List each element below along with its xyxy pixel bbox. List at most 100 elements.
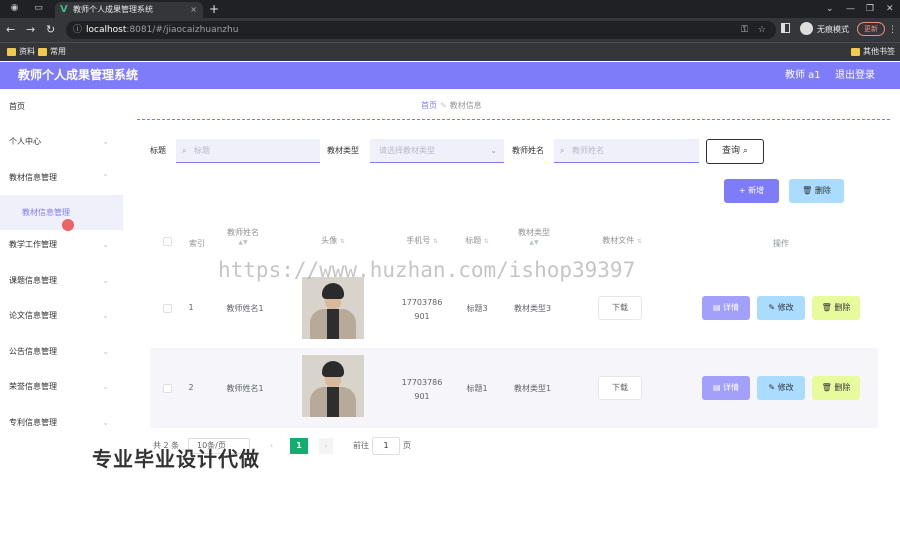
- title-search-input[interactable]: ⌕ 标题: [176, 139, 320, 163]
- tab-search-icon[interactable]: ▭: [33, 3, 44, 14]
- chevron-down-icon: ⌄: [490, 146, 497, 155]
- minimize-icon[interactable]: —: [846, 0, 855, 18]
- sort-icon[interactable]: ▲▼: [509, 239, 559, 247]
- page-number-current[interactable]: 1: [290, 438, 308, 454]
- update-button[interactable]: 更新: [857, 22, 885, 36]
- incognito-label: 无痕模式: [817, 25, 849, 34]
- restore-icon[interactable]: ❐: [866, 0, 874, 18]
- edit-button[interactable]: ✎ 修改: [757, 296, 805, 320]
- edit-button[interactable]: ✎ 修改: [757, 376, 805, 400]
- new-tab-icon[interactable]: +: [209, 0, 219, 18]
- sidebar-item-home[interactable]: 首页: [0, 89, 123, 124]
- column-header-actions: 操作: [773, 239, 789, 248]
- type-filter-label: 教材类型: [327, 146, 359, 155]
- sort-icon[interactable]: ▲▼: [218, 239, 268, 247]
- row-checkbox[interactable]: [163, 384, 172, 393]
- browser-tab[interactable]: V 教师个人成果管理系统 ×: [55, 2, 203, 18]
- teacher-avatar-image: [302, 355, 364, 417]
- chrome-icon[interactable]: ◉: [9, 3, 20, 14]
- sidebar-item-honor-info[interactable]: 荣誉信息管理 ⌄: [0, 369, 123, 404]
- type-select[interactable]: 请选择教材类型 ⌄: [370, 139, 504, 163]
- detail-button[interactable]: ▤ 详情: [702, 376, 750, 400]
- delete-button[interactable]: 🗑 删除: [812, 376, 860, 400]
- chevron-down-icon: ⌄: [102, 240, 109, 249]
- delete-button[interactable]: 🗑 删除: [812, 296, 860, 320]
- breadcrumb-home[interactable]: 首页: [421, 101, 437, 110]
- sidebar-item-project-info[interactable]: 课题信息管理 ⌄: [0, 263, 123, 298]
- sort-icon[interactable]: ⇅: [433, 238, 438, 245]
- row-teacher: 教师姓名1: [226, 384, 264, 393]
- sort-icon[interactable]: ⇅: [484, 238, 489, 245]
- column-header-title[interactable]: 标题 ⇅: [457, 235, 497, 248]
- sort-icon[interactable]: ⇅: [340, 238, 345, 245]
- vue-logo-icon: V: [60, 4, 68, 15]
- incognito-icon[interactable]: [800, 22, 813, 35]
- close-tab-icon[interactable]: ×: [190, 2, 197, 18]
- title-filter-label: 标题: [150, 146, 166, 155]
- detail-button[interactable]: ▤ 详情: [702, 296, 750, 320]
- logout-button[interactable]: 退出登录: [835, 62, 875, 89]
- sidebar-item-patent-info[interactable]: 专利信息管理 ⌄: [0, 405, 123, 440]
- column-header-phone[interactable]: 手机号 ⇅: [397, 235, 447, 248]
- more-menu-icon[interactable]: ⋮: [888, 18, 897, 42]
- bookmark-folder-ziliao[interactable]: 资料: [7, 43, 35, 61]
- watermark-text: https://www.huzhan.com/ishop39397: [218, 258, 636, 282]
- address-bar: ← → ↻ ⓘ localhost:8081/#/jiaocaizhuanzhu…: [0, 18, 900, 42]
- chevron-down-icon: ⌄: [102, 418, 109, 427]
- teacher-search-input[interactable]: ⌕ 教师姓名: [554, 139, 699, 163]
- add-button[interactable]: + 新增: [724, 179, 779, 203]
- app-header: 教师个人成果管理系统 教师 a1 退出登录: [0, 62, 900, 89]
- row-type: 教材类型1: [513, 384, 552, 393]
- breadcrumb: 首页 ✎ 教材信息: [421, 101, 482, 111]
- download-button[interactable]: 下载: [598, 296, 642, 320]
- chevron-down-icon[interactable]: ⌄: [826, 0, 834, 18]
- divider: [137, 119, 890, 120]
- goto-suffix: 页: [403, 441, 411, 450]
- other-bookmarks[interactable]: 其他书签: [851, 43, 895, 61]
- site-info-icon[interactable]: ⓘ: [73, 21, 82, 39]
- side-panel-icon[interactable]: [781, 23, 790, 33]
- column-header-teacher[interactable]: 教师姓名 ▲▼: [218, 227, 268, 247]
- batch-delete-button[interactable]: 🗑 删除: [789, 179, 844, 203]
- browser-tab-title: 教师个人成果管理系统: [73, 5, 153, 14]
- trash-icon: 🗑: [802, 186, 815, 195]
- bookmark-folder-changyong[interactable]: 常用: [38, 43, 66, 61]
- column-header-file[interactable]: 教材文件 ⇅: [593, 235, 651, 248]
- prev-page-icon[interactable]: ‹: [270, 438, 273, 454]
- sidebar-item-personal-center[interactable]: 个人中心 ⌄: [0, 124, 123, 159]
- download-button[interactable]: 下载: [598, 376, 642, 400]
- row-title: 标题3: [466, 304, 488, 313]
- row-phone: 17703786 901: [401, 378, 443, 401]
- close-window-icon[interactable]: ✕: [886, 0, 894, 18]
- row-checkbox[interactable]: [163, 304, 172, 313]
- select-all-checkbox[interactable]: [163, 237, 172, 246]
- bookmarks-bar: 资料 常用 其他书签: [0, 42, 900, 61]
- detail-icon: ▤: [712, 383, 724, 392]
- row-index: 2: [188, 383, 194, 392]
- bookmark-star-icon[interactable]: ☆: [758, 21, 766, 39]
- query-button[interactable]: 查询 ⌕: [706, 139, 764, 164]
- search-icon: ⌕: [182, 146, 187, 155]
- edit-icon: ✎: [768, 303, 778, 312]
- chevron-down-icon: ⌄: [102, 347, 109, 356]
- row-teacher: 教师姓名1: [226, 304, 264, 313]
- back-icon[interactable]: ←: [6, 23, 15, 37]
- goto-page-input[interactable]: 1: [372, 437, 400, 455]
- trash-icon: 🗑: [821, 383, 835, 392]
- url-host: localhost: [86, 25, 127, 35]
- next-page-icon[interactable]: ›: [319, 438, 333, 454]
- folder-icon: [7, 48, 16, 56]
- column-header-avatar[interactable]: 头像 ⇅: [311, 235, 355, 248]
- breadcrumb-separator-icon: ✎: [440, 101, 447, 110]
- sort-icon[interactable]: ⇅: [637, 238, 642, 245]
- sidebar-item-notice-info[interactable]: 公告信息管理 ⌄: [0, 334, 123, 369]
- url-field[interactable]: ⓘ localhost:8081/#/jiaocaizhuanzhu ⚿ ☆: [66, 21, 776, 39]
- column-header-type[interactable]: 教材类型 ▲▼: [509, 227, 559, 247]
- sidebar-item-teaching-work[interactable]: 教学工作管理 ⌄: [0, 227, 123, 262]
- chevron-down-icon: ⌄: [102, 311, 109, 320]
- key-icon[interactable]: ⚿: [741, 21, 748, 39]
- reload-icon[interactable]: ↻: [46, 23, 55, 37]
- forward-icon[interactable]: →: [26, 23, 35, 37]
- sidebar-item-textbook-management[interactable]: 教材信息管理 ⌃: [0, 160, 123, 195]
- sidebar-item-paper-info[interactable]: 论文信息管理 ⌄: [0, 298, 123, 333]
